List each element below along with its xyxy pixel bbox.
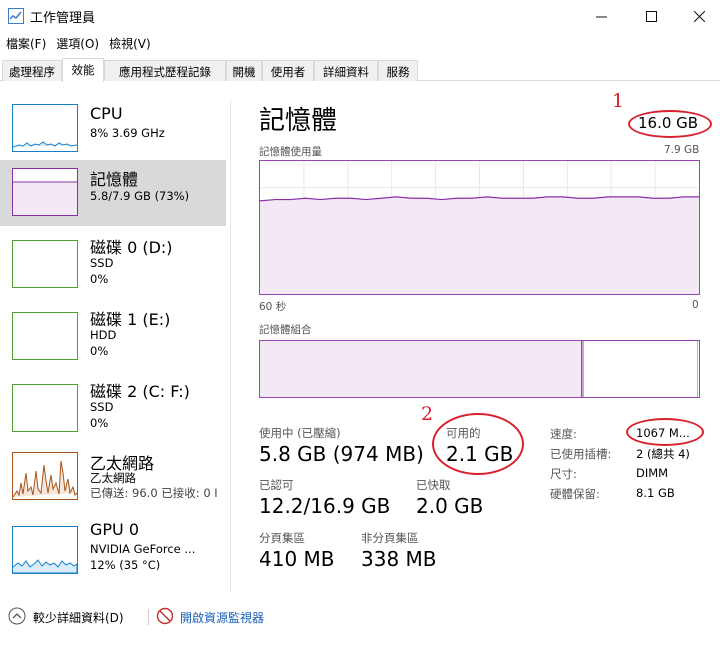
close-button[interactable] — [676, 0, 720, 32]
footer-divider — [148, 609, 149, 625]
tab-services[interactable]: 服務 — [378, 60, 418, 81]
composition-in-use — [260, 341, 582, 397]
usage-area — [260, 196, 699, 294]
sidebar-disk-1-type: HDD — [90, 328, 117, 342]
sidebar-ethernet-traffic: 已傳送: 96.0 已接收: 0 I — [90, 486, 218, 500]
sidebar-gpu-name: GPU 0 — [90, 520, 140, 539]
minimize-button[interactable] — [578, 0, 624, 32]
sidebar-ethernet-adapter: 乙太網路 — [90, 471, 136, 485]
slots-used-value: 2 (總共 4) — [636, 447, 690, 461]
nonpaged-pool-value: 338 MB — [361, 547, 437, 571]
menu-view[interactable]: 檢視(V) — [103, 32, 155, 54]
annotation-number-1: 1 — [612, 90, 625, 112]
form-factor-value: DIMM — [636, 466, 669, 480]
chevron-up-circle-icon[interactable] — [8, 607, 26, 625]
sidebar-gpu-model: NVIDIA GeForce ... — [90, 542, 196, 556]
annotation-circle-total — [628, 110, 712, 138]
tab-performance[interactable]: 效能 — [62, 58, 104, 82]
sidebar-disk-2-usage: 0% — [90, 416, 109, 430]
usage-chart-label: 記憶體使用量 — [259, 146, 322, 158]
composition-label: 記憶體組合 — [259, 324, 312, 336]
sidebar-disk-1-name: 磁碟 1 (E:) — [90, 310, 171, 329]
chart-time-right: 0 — [692, 299, 699, 311]
sidebar-memory-usage: 5.8/7.9 GB (73%) — [90, 189, 190, 203]
sidebar-item-cpu[interactable]: CPU 8% 3.69 GHz — [0, 94, 226, 166]
sidebar-disk-0-name: 磁碟 0 (D:) — [90, 238, 173, 257]
disk-0-thumbnail — [12, 240, 78, 288]
committed-label: 已認可 — [259, 478, 294, 492]
composition-modified — [582, 341, 584, 397]
speed-label: 速度: — [550, 427, 577, 441]
title-bar: 工作管理員 — [0, 0, 720, 32]
sidebar-divider — [230, 100, 231, 592]
sidebar-cpu-name: CPU — [90, 104, 123, 123]
sidebar-disk-2-name: 磁碟 2 (C: F:) — [90, 382, 190, 401]
annotation-circle-available — [432, 413, 524, 475]
sidebar-memory-name: 記憶體 — [90, 170, 139, 189]
menu-file[interactable]: 檔案(F) — [0, 32, 50, 54]
fewer-details-link[interactable]: 較少詳細資料(D) — [33, 609, 124, 626]
tab-bar: 處理程序 效能 應用程式歷程記錄 開機 使用者 詳細資料 服務 — [0, 58, 720, 82]
memory-composition-bar — [259, 340, 700, 398]
tab-processes[interactable]: 處理程序 — [2, 60, 62, 81]
close-icon — [693, 10, 705, 22]
sidebar-item-ethernet[interactable]: 乙太網路 乙太網路 已傳送: 96.0 已接收: 0 I — [0, 448, 226, 520]
ethernet-thumbnail — [12, 452, 78, 500]
sidebar-item-disk-1[interactable]: 磁碟 1 (E:) HDD 0% — [0, 304, 226, 376]
sidebar-disk-0-usage: 0% — [90, 272, 109, 286]
disk-1-thumbnail — [12, 312, 78, 360]
page-title: 記憶體 — [259, 106, 338, 136]
sidebar-item-disk-0[interactable]: 磁碟 0 (D:) SSD 0% — [0, 232, 226, 304]
form-factor-label: 尺寸: — [550, 467, 577, 481]
memory-usage-chart — [259, 160, 700, 295]
maximize-button[interactable] — [628, 0, 674, 32]
menu-options[interactable]: 選項(O) — [50, 32, 103, 54]
cpu-thumbnail — [12, 104, 78, 152]
paged-pool-label: 分頁集區 — [259, 531, 305, 545]
sidebar-disk-1-usage: 0% — [90, 344, 109, 358]
sidebar-cpu-usage: 8% 3.69 GHz — [90, 126, 165, 140]
resource-monitor-icon[interactable] — [156, 607, 174, 625]
menu-bar: 檔案(F) 選項(O) 檢視(V) — [0, 32, 155, 54]
tab-details[interactable]: 詳細資料 — [314, 60, 378, 81]
memory-thumbnail — [12, 168, 78, 216]
open-resource-monitor-link[interactable]: 開啟資源監視器 — [180, 609, 264, 626]
chart-time-left: 60 秒 — [259, 301, 287, 313]
nonpaged-pool-label: 非分頁集區 — [361, 531, 419, 545]
sidebar-item-memory[interactable]: 記憶體 5.8/7.9 GB (73%) — [0, 160, 226, 226]
tab-startup[interactable]: 開機 — [226, 60, 262, 81]
minimize-icon — [595, 16, 607, 17]
sidebar-disk-2-type: SSD — [90, 400, 114, 414]
hardware-reserved-value: 8.1 GB — [636, 486, 675, 500]
annotation-circle-speed — [626, 418, 704, 446]
paged-pool-value: 410 MB — [259, 547, 335, 571]
gpu-thumbnail — [12, 526, 78, 574]
cached-label: 已快取 — [416, 478, 451, 492]
sidebar-disk-0-type: SSD — [90, 256, 114, 270]
cached-value: 2.0 GB — [416, 494, 484, 518]
tab-users[interactable]: 使用者 — [262, 60, 314, 81]
performance-sidebar: CPU 8% 3.69 GHz 記憶體 5.8/7.9 GB (73%) 磁碟 … — [0, 82, 228, 592]
tab-app-history[interactable]: 應用程式歷程記錄 — [104, 60, 226, 81]
slots-used-label: 已使用插槽: — [550, 447, 612, 461]
sidebar-item-disk-2[interactable]: 磁碟 2 (C: F:) SSD 0% — [0, 376, 226, 448]
footer: 較少詳細資料(D) 開啟資源監視器 — [0, 605, 720, 635]
hardware-reserved-label: 硬體保留: — [550, 487, 600, 501]
committed-value: 12.2/16.9 GB — [259, 494, 391, 518]
composition-standby — [586, 341, 698, 397]
task-manager-icon — [8, 8, 24, 24]
usage-chart-max: 7.9 GB — [664, 144, 700, 156]
in-use-value: 5.8 GB (974 MB) — [259, 442, 424, 466]
sidebar-gpu-usage: 12% (35 °C) — [90, 558, 161, 572]
window-title: 工作管理員 — [30, 11, 96, 26]
maximize-icon — [645, 10, 657, 22]
disk-2-thumbnail — [12, 384, 78, 432]
in-use-label: 使用中 (已壓縮) — [259, 426, 341, 440]
annotation-number-2: 2 — [421, 403, 434, 425]
usage-chart-svg — [260, 161, 699, 294]
sidebar-item-gpu[interactable]: GPU 0 NVIDIA GeForce ... 12% (35 °C) — [0, 518, 226, 590]
